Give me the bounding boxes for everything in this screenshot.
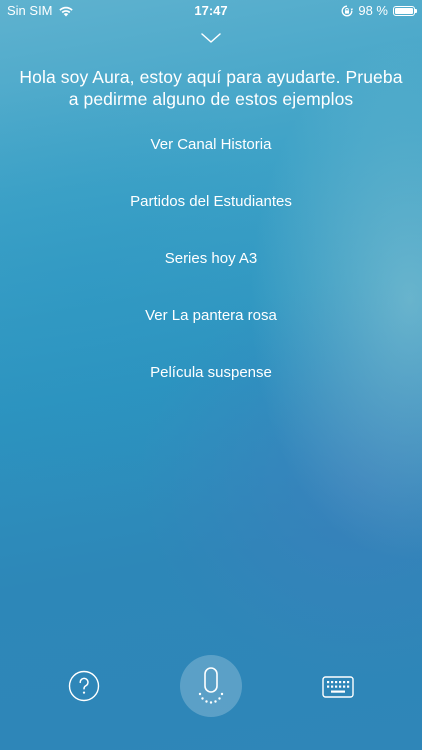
- battery-icon: [393, 5, 417, 16]
- suggestion-item[interactable]: Ver Canal Historia: [0, 135, 422, 192]
- chevron-down-icon[interactable]: [201, 33, 221, 43]
- help-icon[interactable]: [68, 670, 100, 702]
- suggestion-item[interactable]: Película suspense: [0, 363, 422, 420]
- orientation-lock-icon: [341, 5, 354, 16]
- battery-level: [395, 7, 413, 14]
- battery-percent: 98 %: [358, 3, 388, 18]
- microphone-button[interactable]: [180, 655, 242, 717]
- suggestion-item[interactable]: Series hoy A3: [0, 249, 422, 306]
- suggestion-list: Ver Canal Historia Partidos del Estudian…: [0, 135, 422, 420]
- microphone-icon: [198, 667, 224, 704]
- status-right: 98 %: [341, 3, 417, 18]
- keyboard-icon[interactable]: [322, 676, 354, 698]
- greeting-line-1: Hola soy Aura, estoy aquí para ayudarte.…: [19, 67, 403, 87]
- suggestion-item[interactable]: Partidos del Estudiantes: [0, 192, 422, 249]
- suggestion-item[interactable]: Ver La pantera rosa: [0, 306, 422, 363]
- status-bar: Sin SIM 17:47 98 %: [0, 0, 422, 22]
- assistant-greeting: Hola soy Aura, estoy aquí para ayudarte.…: [0, 66, 422, 110]
- greeting-line-2: a pedirme alguno de estos ejemplos: [68, 89, 354, 109]
